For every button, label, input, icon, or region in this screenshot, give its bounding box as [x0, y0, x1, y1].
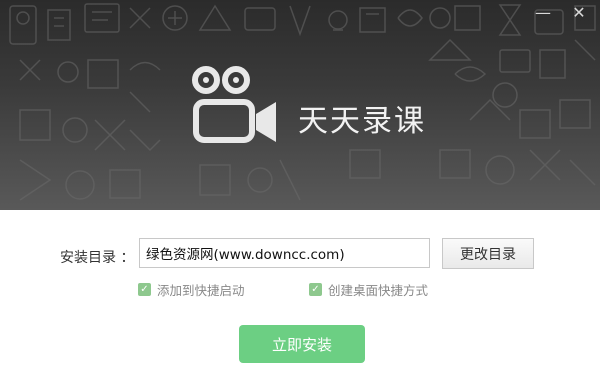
quick-launch-option[interactable]: ✓ 添加到快捷启动 [138, 280, 245, 299]
install-dir-label: 安装目录 ： [60, 250, 135, 266]
change-dir-button[interactable]: 更改目录 [442, 238, 534, 269]
installer-window: — ✕ 天天录课 安装目录 ： 更改目录 ✓ 添加到快捷启动 [0, 0, 600, 390]
video-camera-icon [192, 66, 276, 143]
quick-launch-checkbox[interactable]: ✓ [138, 283, 151, 296]
quick-launch-label: 添加到快捷启动 [157, 283, 245, 298]
desktop-shortcut-label: 创建桌面快捷方式 [328, 283, 429, 298]
minimize-button[interactable]: — [532, 4, 554, 22]
close-button[interactable]: ✕ [568, 4, 590, 22]
desktop-shortcut-checkbox[interactable]: ✓ [309, 283, 322, 296]
header-banner: — ✕ 天天录课 [0, 0, 600, 210]
install-panel: 安装目录 ： 更改目录 ✓ 添加到快捷启动 ✓ 创建桌面快捷方式 立即安装 [0, 210, 600, 390]
app-logo [190, 64, 280, 150]
install-now-button[interactable]: 立即安装 [239, 325, 365, 363]
install-dir-input[interactable] [139, 238, 430, 268]
window-controls: — ✕ [532, 4, 590, 22]
desktop-shortcut-option[interactable]: ✓ 创建桌面快捷方式 [309, 280, 428, 299]
app-title: 天天录课 [298, 104, 426, 139]
